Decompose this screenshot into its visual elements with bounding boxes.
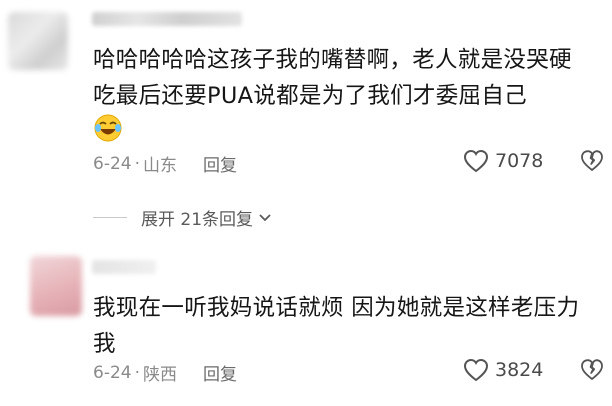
comment-location: 山东	[143, 156, 177, 176]
comment-location: 陕西	[143, 365, 177, 385]
meta-dot: ·	[134, 153, 140, 174]
comment-meta: 6-24 · 陕西 回复	[93, 360, 237, 386]
heart-icon	[463, 358, 489, 382]
like-button[interactable]: 3824	[463, 358, 543, 382]
comment-1: 哈哈哈哈哈这孩子我的嘴替啊，老人就是没哭硬吃最后还要PUA说都是为了我们才委屈自…	[0, 0, 612, 200]
comment-text: 我现在一听我妈说话就烦 因为她就是这样老压力我	[93, 295, 580, 357]
laughing-crying-emoji-icon	[94, 114, 122, 142]
comment-date: 6-24	[93, 153, 132, 174]
comment-text: 哈哈哈哈哈这孩子我的嘴替啊，老人就是没哭硬吃最后还要PUA说都是为了我们才委屈自…	[93, 47, 572, 109]
avatar[interactable]	[30, 256, 82, 316]
avatar[interactable]	[8, 12, 68, 70]
username-redacted[interactable]	[92, 260, 156, 274]
meta-dot: ·	[134, 362, 140, 383]
username-redacted[interactable]	[92, 12, 242, 26]
broken-heart-icon[interactable]	[580, 149, 604, 173]
expand-replies-label: 展开 21条回复	[141, 210, 254, 230]
comment-date: 6-24	[93, 362, 132, 383]
broken-heart-icon[interactable]	[580, 358, 604, 382]
reply-button[interactable]: 回复	[203, 151, 237, 176]
like-count: 7078	[495, 150, 544, 172]
chevron-down-icon	[259, 213, 271, 221]
reply-button[interactable]: 回复	[203, 360, 237, 385]
heart-icon	[463, 149, 489, 173]
comment-2: 我现在一听我妈说话就烦 因为她就是这样老压力我 6-24 · 陕西 回复 382…	[0, 248, 612, 406]
expand-divider	[93, 217, 127, 218]
like-count: 3824	[495, 359, 544, 381]
like-button[interactable]: 7078	[463, 149, 543, 173]
expand-replies[interactable]: 展开 21条回复	[93, 205, 273, 230]
comment-meta: 6-24 · 山东 回复	[93, 151, 237, 177]
